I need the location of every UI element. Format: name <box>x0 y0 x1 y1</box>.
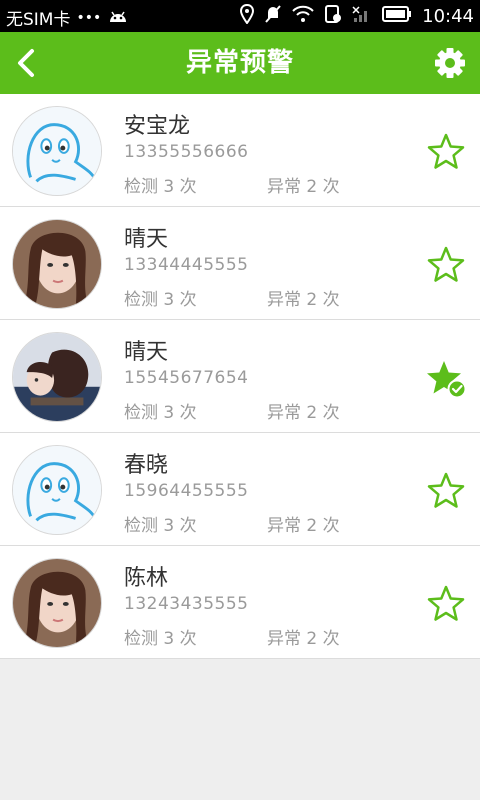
photo-avatar-icon <box>13 333 101 421</box>
contact-list: 安宝龙 13355556666 检测 3 次 异常 2 次 晴天 1334444… <box>0 94 480 659</box>
abnormal-count: 异常 2 次 <box>267 629 340 649</box>
avatar <box>12 332 102 422</box>
detect-count: 检测 3 次 <box>124 516 197 536</box>
avatar <box>12 106 102 196</box>
chevron-left-icon <box>18 49 34 77</box>
star-outline-icon <box>427 472 465 508</box>
contact-phone: 13243435555 <box>124 594 249 614</box>
back-button[interactable] <box>6 41 50 85</box>
detect-count: 检测 3 次 <box>124 629 197 649</box>
photo-avatar-icon <box>13 559 101 647</box>
abnormal-count: 异常 2 次 <box>267 403 340 423</box>
contact-name: 春晓 <box>124 453 169 478</box>
list-item[interactable]: 晴天 15545677654 检测 3 次 异常 2 次 <box>0 320 480 433</box>
page-title: 异常预警 <box>185 48 294 78</box>
contact-phone: 13344445555 <box>124 255 249 275</box>
avatar <box>12 445 102 535</box>
mute-icon <box>264 4 282 29</box>
favorite-button[interactable] <box>426 358 467 399</box>
cartoon-avatar-icon <box>13 107 101 195</box>
app-bar: 异常预警 <box>0 32 480 94</box>
status-bar: 无SIM卡 ••• 10:44 <box>0 0 480 32</box>
avatar <box>12 219 102 309</box>
avatar <box>12 558 102 648</box>
battery-icon <box>382 6 412 27</box>
clock: 10:44 <box>422 6 474 27</box>
settings-button[interactable] <box>430 43 470 83</box>
abnormal-count: 异常 2 次 <box>267 177 340 197</box>
favorite-button[interactable] <box>426 584 466 624</box>
status-right: 10:44 <box>240 3 474 29</box>
list-item[interactable]: 晴天 13344445555 检测 3 次 异常 2 次 <box>0 207 480 320</box>
star-checked-icon <box>427 361 467 399</box>
favorite-button[interactable] <box>426 471 466 511</box>
notification-dots: ••• <box>76 9 102 26</box>
wifi-icon <box>292 5 314 28</box>
contact-name: 晴天 <box>124 340 169 365</box>
contact-name: 陈林 <box>124 566 169 591</box>
list-item[interactable]: 春晓 15964455555 检测 3 次 异常 2 次 <box>0 433 480 546</box>
contact-name: 晴天 <box>124 227 169 252</box>
cartoon-avatar-icon <box>13 446 101 534</box>
contact-phone: 15964455555 <box>124 481 249 501</box>
carrier-label: 无SIM卡 <box>6 10 71 30</box>
list-item[interactable]: 陈林 13243435555 检测 3 次 异常 2 次 <box>0 546 480 659</box>
favorite-button[interactable] <box>426 132 466 172</box>
location-icon <box>240 3 255 29</box>
gear-icon <box>435 48 465 78</box>
android-icon <box>107 6 129 29</box>
star-outline-icon <box>427 585 465 621</box>
detect-count: 检测 3 次 <box>124 403 197 423</box>
status-left: 无SIM卡 ••• <box>6 5 129 30</box>
contact-phone: 13355556666 <box>124 142 249 162</box>
signal-icon <box>352 5 372 28</box>
star-outline-icon <box>427 246 465 282</box>
contact-name: 安宝龙 <box>124 114 191 139</box>
contact-phone: 15545677654 <box>124 368 249 388</box>
photo-avatar-icon <box>13 220 101 308</box>
sim-missing-icon <box>324 4 342 29</box>
favorite-button[interactable] <box>426 245 466 285</box>
detect-count: 检测 3 次 <box>124 177 197 197</box>
abnormal-count: 异常 2 次 <box>267 516 340 536</box>
abnormal-count: 异常 2 次 <box>267 290 340 310</box>
detect-count: 检测 3 次 <box>124 290 197 310</box>
list-item[interactable]: 安宝龙 13355556666 检测 3 次 异常 2 次 <box>0 94 480 207</box>
star-outline-icon <box>427 133 465 169</box>
